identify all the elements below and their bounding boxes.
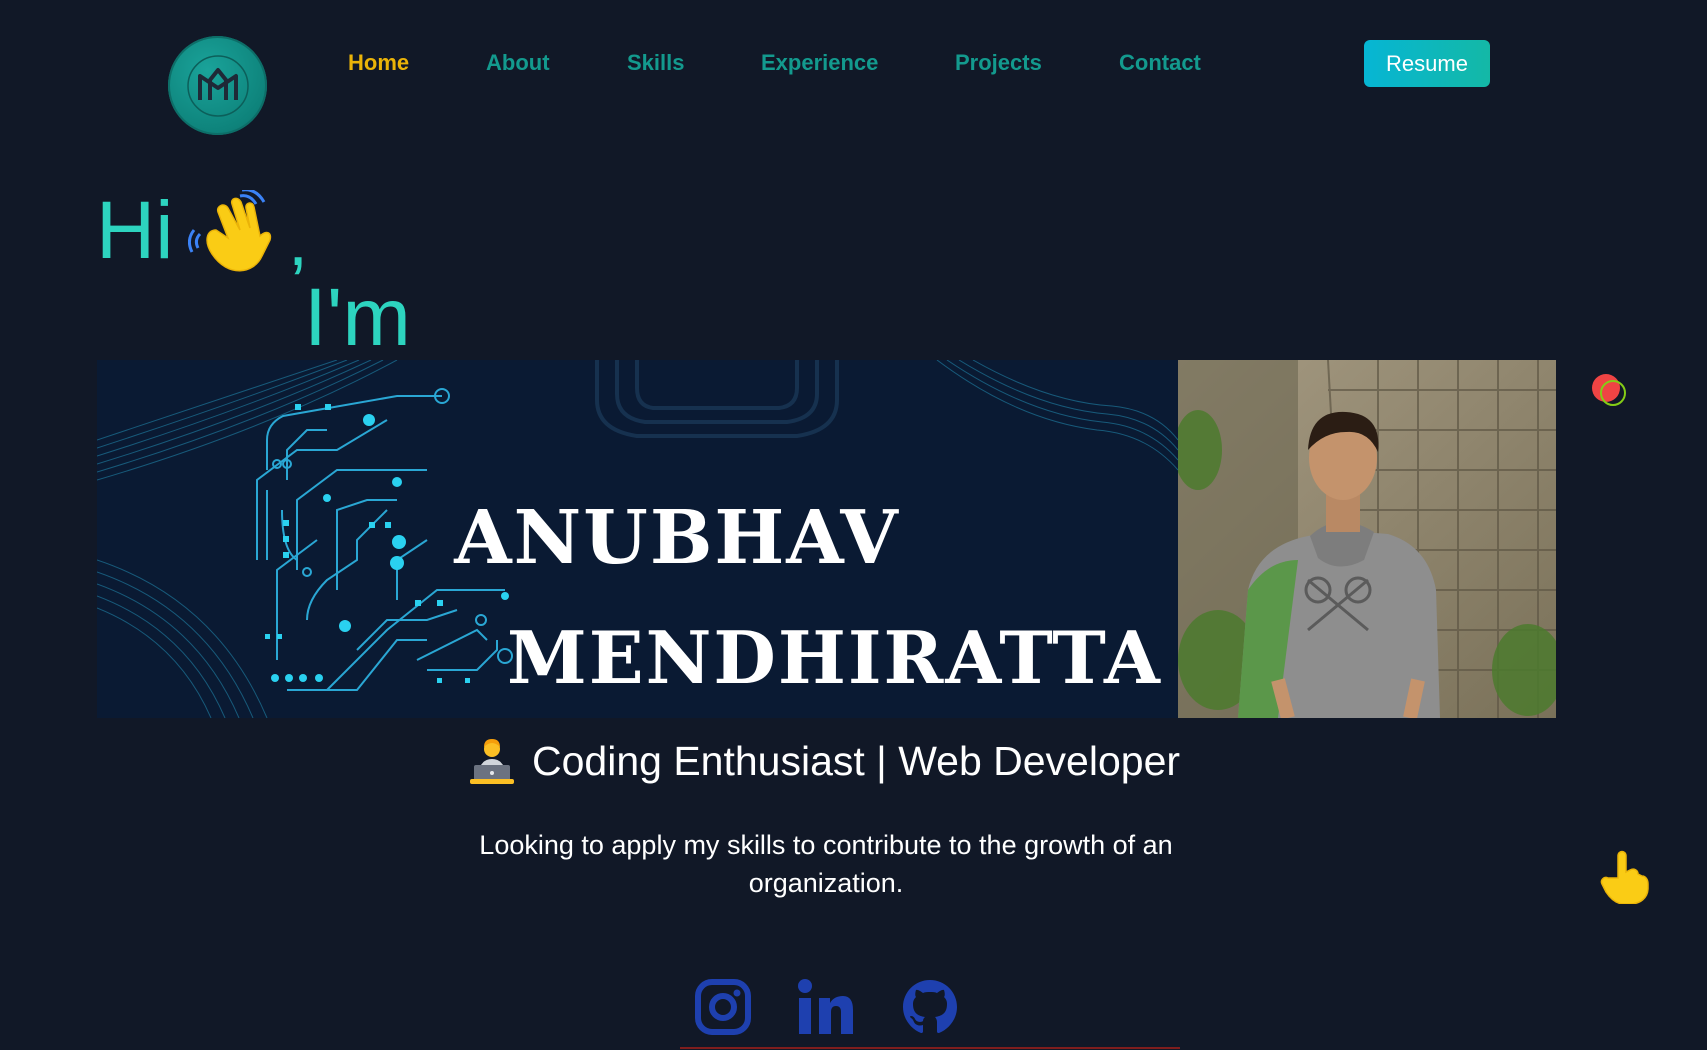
- github-icon[interactable]: [901, 978, 959, 1036]
- waving-hand-icon: [188, 190, 272, 272]
- technologist-icon: [470, 738, 514, 784]
- footer-divider: [680, 1047, 1180, 1049]
- portfolio-page: Home About Skills Experience Projects Co…: [0, 0, 1707, 1050]
- nav-projects[interactable]: Projects: [955, 50, 1042, 76]
- monogram-icon: [186, 54, 249, 117]
- banner-last-name: MENDHIRATTA: [507, 615, 1162, 700]
- nav-experience[interactable]: Experience: [761, 50, 878, 76]
- tagline-row: Coding Enthusiast | Web Developer: [470, 738, 1180, 785]
- nav-home[interactable]: Home: [348, 50, 409, 76]
- profile-photo: [1178, 360, 1556, 718]
- instagram-icon[interactable]: [694, 978, 752, 1036]
- nav-contact[interactable]: Contact: [1119, 50, 1201, 76]
- intro-description: Looking to apply my skills to contribute…: [479, 830, 1173, 898]
- site-logo[interactable]: [168, 36, 267, 135]
- greeting-hi: Hi: [96, 185, 174, 276]
- greeting-comma: ,: [288, 201, 309, 281]
- resume-button[interactable]: Resume: [1364, 40, 1490, 87]
- cursor-ring: [1600, 380, 1626, 406]
- nav-skills[interactable]: Skills: [627, 50, 684, 76]
- banner-first-name: ANUBHAV: [454, 495, 900, 581]
- tagline-text: Coding Enthusiast | Web Developer: [532, 738, 1181, 784]
- greeting-im: I'm: [304, 272, 411, 363]
- name-banner: ANUBHAV MENDHIRATTA: [97, 360, 1178, 718]
- pointing-hand-icon: [1600, 850, 1649, 904]
- nav-about[interactable]: About: [486, 50, 550, 76]
- linkedin-icon[interactable]: [797, 978, 855, 1036]
